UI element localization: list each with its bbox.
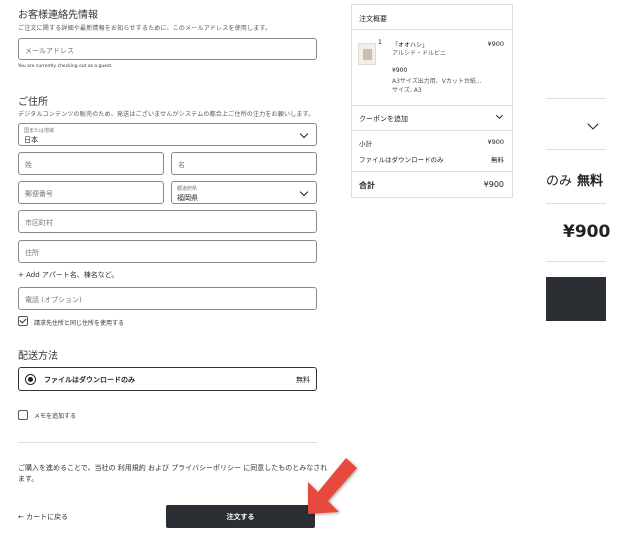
product-unit-price: ¥900 <box>392 67 408 74</box>
place-order-button-partial[interactable] <box>546 277 606 321</box>
guest-note: You are currently checking out as a gues… <box>18 64 113 69</box>
last-name-field[interactable]: 姓 <box>18 152 164 175</box>
street-field[interactable]: 住所 <box>18 240 317 263</box>
shipping-option-download[interactable]: ファイルはダウンロードのみ 無料 <box>18 367 317 391</box>
terms-text: ご購入を進めることで、当社の 利用規約 および プライバシーポリシー に同意した… <box>18 464 328 483</box>
shipping-summary-value: 無料 <box>491 156 504 164</box>
artwork-icon <box>363 49 372 60</box>
divider <box>352 29 512 30</box>
place-order-button[interactable]: 注文する <box>166 505 315 528</box>
memo-label: メモを追加する <box>34 413 77 420</box>
prefecture-value: 福岡県 <box>177 194 198 202</box>
back-to-cart-link[interactable]: ← カートに戻る <box>18 512 68 522</box>
add-apartment-link[interactable]: + Add アパート名、棟名など。 <box>18 270 118 280</box>
phone-field[interactable]: 電話 (オプション) <box>18 287 317 310</box>
shipping-free-label: 無料 <box>577 174 604 189</box>
divider <box>546 203 606 204</box>
total-label: 合計 <box>359 181 375 190</box>
product-description: A3サイズ出力用、Vカット台紙... <box>392 78 482 85</box>
divider <box>546 98 606 99</box>
last-name-placeholder: 姓 <box>25 161 32 169</box>
memo-checkbox[interactable] <box>18 410 28 420</box>
divider <box>352 130 512 131</box>
prefecture-label: 都道府県 <box>177 186 198 192</box>
country-select[interactable]: 国または地域 日本 <box>18 123 317 146</box>
place-order-label: 注文する <box>226 512 255 521</box>
postal-code-placeholder: 郵便番号 <box>25 190 53 198</box>
chevron-down-icon <box>495 111 504 120</box>
city-field[interactable]: 市区町村 <box>18 210 317 233</box>
country-value: 日本 <box>24 136 38 144</box>
email-field[interactable]: メールアドレス <box>18 38 317 60</box>
shipping-summary-label: ファイルはダウンロードのみ <box>359 156 444 164</box>
subtotal-value: ¥900 <box>487 138 504 146</box>
same-billing-checkbox[interactable] <box>18 316 28 326</box>
red-arrow-icon <box>308 458 357 514</box>
country-label: 国または地域 <box>24 128 55 134</box>
coupon-label: クーポンを追加 <box>359 115 408 123</box>
contact-description: ご注文に関する詳細や最新情報をお知らせするために、このメールアドレスを使用します… <box>18 25 272 32</box>
divider <box>546 261 606 262</box>
divider <box>18 442 317 443</box>
total-value: ¥900 <box>483 180 504 189</box>
order-summary-panel: 注文概要 1 「オオハシ」 アルシド・ドルビニ ¥900 ¥900 A3サイズ出… <box>351 4 513 198</box>
shipping-option-label: ファイルはダウンロードのみ <box>44 376 135 384</box>
street-placeholder: 住所 <box>25 249 39 257</box>
postal-code-field[interactable]: 郵便番号 <box>18 181 164 204</box>
contact-heading: お客様連絡先情報 <box>18 10 98 21</box>
shipping-option-price: 無料 <box>296 376 310 384</box>
address-heading: ご住所 <box>18 97 48 108</box>
product-quantity: 1 <box>378 39 382 46</box>
first-name-field[interactable]: 名 <box>171 152 317 175</box>
radio-selected-icon <box>25 374 36 385</box>
total-large: ¥900 <box>563 222 611 242</box>
chevron-down-icon <box>299 187 309 197</box>
subtotal-label: 小計 <box>359 140 372 148</box>
prefecture-select[interactable]: 都道府県 福岡県 <box>171 181 317 204</box>
shipping-heading: 配送方法 <box>18 351 58 362</box>
email-placeholder: メールアドレス <box>25 47 74 55</box>
chevron-down-icon[interactable] <box>587 118 599 130</box>
checkmark-icon <box>19 316 27 324</box>
radio-dot-icon <box>28 377 33 382</box>
add-coupon-toggle[interactable]: クーポンを追加 <box>352 106 512 130</box>
address-description: デジタルコンテンツの販売のため、発送はございませんがシステムの都合上ご住所の注力… <box>18 111 315 118</box>
summary-title: 注文概要 <box>359 15 387 23</box>
phone-placeholder: 電話 (オプション) <box>25 296 82 304</box>
divider <box>352 171 512 172</box>
same-billing-label: 請求先住所と同じ住所を使用する <box>34 320 125 327</box>
divider <box>546 149 606 150</box>
product-thumbnail <box>358 43 376 65</box>
city-placeholder: 市区町村 <box>25 219 53 227</box>
shipping-partial-label: のみ <box>546 174 573 189</box>
product-price: ¥900 <box>487 40 504 48</box>
chevron-down-icon <box>299 129 309 139</box>
product-size: サイズ: A3 <box>392 87 422 94</box>
product-artist: アルシド・ドルビニ <box>392 50 446 57</box>
first-name-placeholder: 名 <box>178 161 185 169</box>
